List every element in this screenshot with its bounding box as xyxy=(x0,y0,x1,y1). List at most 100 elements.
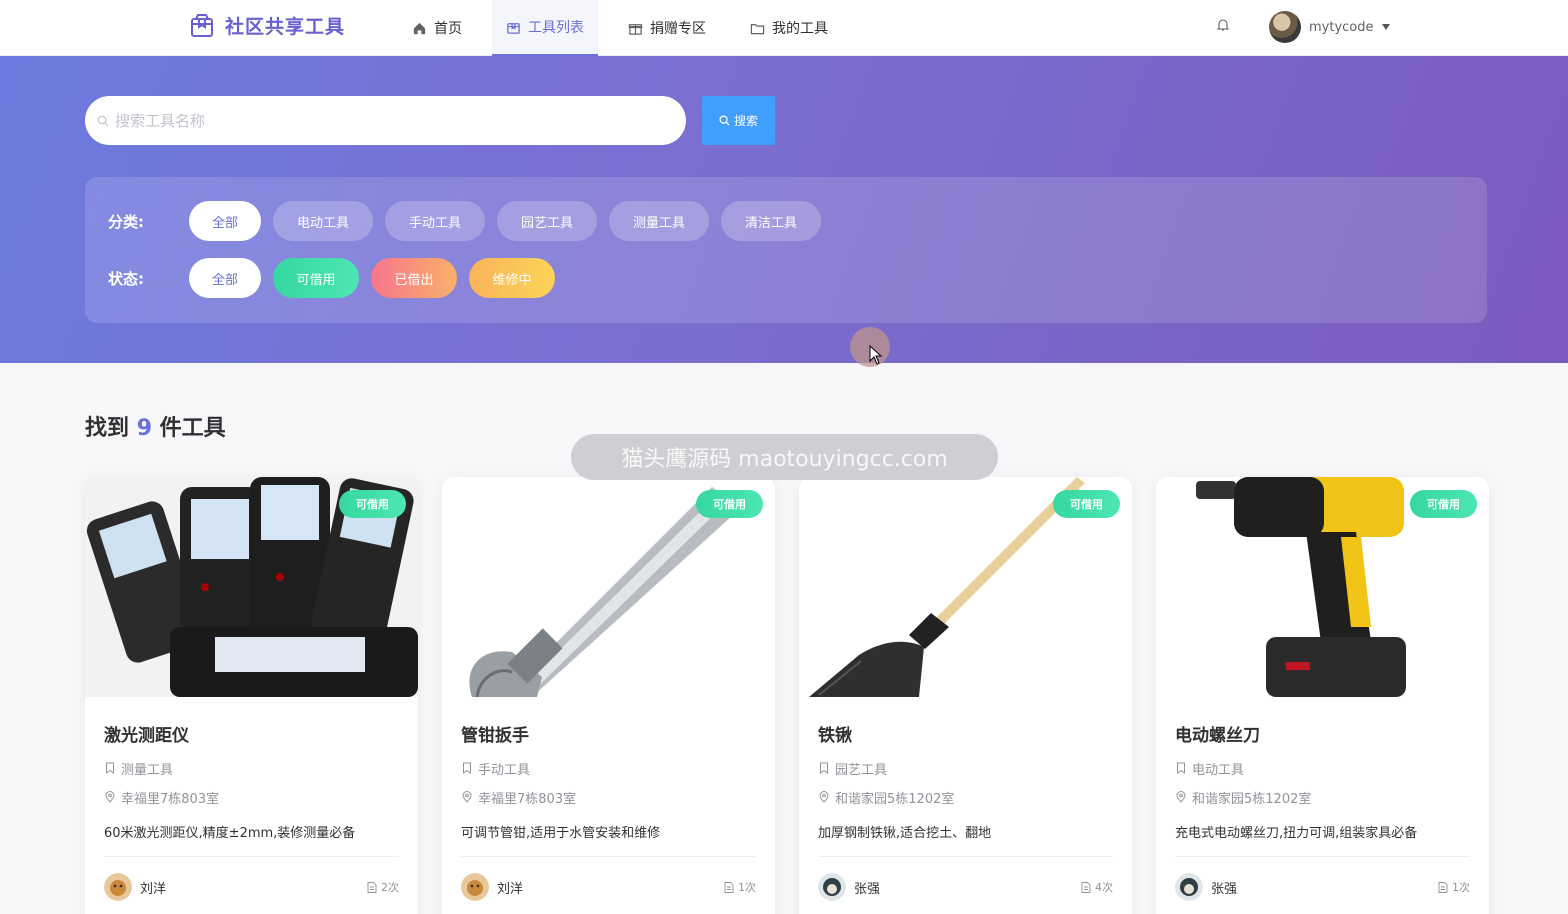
main-nav: 首页 工具列表 捐赠专区 我的工具 xyxy=(398,0,842,56)
tool-description: 充电式电动螺丝刀,扭力可调,组装家具必备 xyxy=(1175,826,1418,841)
nav-donation-label: 捐赠专区 xyxy=(650,21,706,37)
avatar xyxy=(1269,11,1301,43)
caret-down-icon xyxy=(1381,24,1390,30)
bookmark-icon xyxy=(820,762,828,774)
nav-tool-list-label: 工具列表 xyxy=(528,20,584,36)
tool-card[interactable]: 可借用 铁锹 园艺工具 和谐家园5栋1202室 加厚钢制铁锹,适合挖土、翻地 张… xyxy=(799,477,1132,914)
shovel-image: 可借用 xyxy=(799,477,1132,697)
category-filter-label: 分类: xyxy=(108,212,144,231)
tool-location: 和谐家园5栋1202室 xyxy=(818,789,1113,807)
gift-icon xyxy=(628,23,643,35)
avatar xyxy=(1175,873,1203,901)
tool-category: 园艺工具 xyxy=(818,760,1113,778)
results-count-title: 找到 9 件工具 xyxy=(85,410,226,442)
tool-location-label: 和谐家园5栋1202室 xyxy=(835,791,955,807)
status-filter-label: 状态: xyxy=(108,269,144,288)
nav-my-tools-label: 我的工具 xyxy=(772,21,828,37)
borrow-count-label: 4次 xyxy=(1095,881,1113,894)
category-chip-all[interactable]: 全部 xyxy=(189,201,261,241)
document-icon xyxy=(724,881,734,893)
tool-card[interactable]: 可借用 电动螺丝刀 电动工具 和谐家园5栋1202室 充电式电动螺丝刀,扭力可调… xyxy=(1156,477,1489,914)
location-pin-icon xyxy=(819,791,829,803)
status-chip-available[interactable]: 可借用 xyxy=(273,258,359,298)
tool-name: 铁锹 xyxy=(818,726,852,746)
tool-category-label: 园艺工具 xyxy=(835,762,888,778)
owner-name: 刘洋 xyxy=(140,881,167,897)
location-pin-icon xyxy=(1176,791,1186,803)
package-icon xyxy=(191,13,213,37)
tool-category-label: 手动工具 xyxy=(478,762,531,778)
results-suffix: 件工具 xyxy=(159,416,226,441)
category-chip-cleaning-tools[interactable]: 清洁工具 xyxy=(721,201,821,241)
cordless-drill-image: 可借用 xyxy=(1156,477,1489,697)
search-box xyxy=(85,96,686,145)
avatar xyxy=(818,873,846,901)
search-icon xyxy=(97,115,109,126)
search-button[interactable]: 搜索 xyxy=(702,96,775,145)
location-pin-icon xyxy=(105,791,115,803)
status-chip-all[interactable]: 全部 xyxy=(189,258,261,298)
nav-home-label: 首页 xyxy=(434,21,462,37)
borrow-count: 1次 xyxy=(724,879,756,895)
category-chip-garden-tools[interactable]: 园艺工具 xyxy=(497,201,597,241)
tool-category: 电动工具 xyxy=(1175,760,1470,778)
results-prefix: 找到 xyxy=(85,416,130,441)
tool-description: 可调节管钳,适用于水管安装和维修 xyxy=(461,826,661,841)
bookmark-icon xyxy=(1177,762,1185,774)
category-chip-hand-tools[interactable]: 手动工具 xyxy=(385,201,485,241)
nav-tool-list[interactable]: 工具列表 xyxy=(492,0,598,56)
tool-card-grid: 可借用 激光测距仪 测量工具 幸福里7栋803室 60米激光测距仪,精度±2mm… xyxy=(85,477,1489,914)
divider xyxy=(104,856,399,857)
document-icon xyxy=(367,881,377,893)
user-menu[interactable]: mytycode xyxy=(1269,11,1390,43)
category-chip-measuring-tools[interactable]: 测量工具 xyxy=(609,201,709,241)
borrow-count: 2次 xyxy=(367,879,399,895)
avatar xyxy=(461,873,489,901)
tool-card[interactable]: 可借用 激光测距仪 测量工具 幸福里7栋803室 60米激光测距仪,精度±2mm… xyxy=(85,477,418,914)
owner-name: 张强 xyxy=(854,881,881,897)
owner-name: 张强 xyxy=(1211,881,1238,897)
status-chip-repair[interactable]: 维修中 xyxy=(469,258,555,298)
hero-banner: 搜索 分类: 全部 电动工具 手动工具 园艺工具 测量工具 清洁工具 状态: 全… xyxy=(0,56,1568,363)
status-badge: 可借用 xyxy=(1053,490,1120,518)
tool-card[interactable]: 可借用 管钳扳手 手动工具 幸福里7栋803室 可调节管钳,适用于水管安装和维修… xyxy=(442,477,775,914)
tool-location-label: 幸福里7栋803室 xyxy=(478,791,577,807)
top-navbar: 社区共享工具 首页 工具列表 捐赠专区 我的工具 mytycode xyxy=(0,0,1568,56)
watermark: 猫头鹰源码 maotouyingcc.com xyxy=(571,434,998,480)
borrow-count-label: 1次 xyxy=(738,881,756,894)
bookmark-icon xyxy=(463,762,471,774)
status-chip-borrowed[interactable]: 已借出 xyxy=(371,258,457,298)
category-chip-power-tools[interactable]: 电动工具 xyxy=(273,201,373,241)
tool-description: 加厚钢制铁锹,适合挖土、翻地 xyxy=(818,826,992,841)
brand-title: 社区共享工具 xyxy=(225,16,346,38)
tool-location: 幸福里7栋803室 xyxy=(104,789,399,807)
username: mytycode xyxy=(1309,19,1374,35)
category-filter-row: 分类: 全部 电动工具 手动工具 园艺工具 测量工具 清洁工具 xyxy=(108,201,833,241)
nav-my-tools[interactable]: 我的工具 xyxy=(736,0,842,56)
borrow-count-label: 2次 xyxy=(381,881,399,894)
tool-category: 测量工具 xyxy=(104,760,399,778)
nav-donation[interactable]: 捐赠专区 xyxy=(614,0,720,56)
brand[interactable]: 社区共享工具 xyxy=(189,12,345,39)
search-input[interactable] xyxy=(115,111,655,130)
filter-panel: 分类: 全部 电动工具 手动工具 园艺工具 测量工具 清洁工具 状态: 全部 可… xyxy=(85,177,1487,323)
search-icon xyxy=(719,115,730,126)
tool-name: 管钳扳手 xyxy=(461,726,529,746)
tool-location-label: 和谐家园5栋1202室 xyxy=(1192,791,1312,807)
adjustable-wrench-image: 可借用 xyxy=(442,477,775,697)
document-icon xyxy=(1081,881,1091,893)
owner-name: 刘洋 xyxy=(497,881,524,897)
bell-icon[interactable] xyxy=(1216,18,1230,32)
box-icon xyxy=(507,22,520,34)
status-badge: 可借用 xyxy=(1410,490,1477,518)
nav-home[interactable]: 首页 xyxy=(398,0,476,56)
folder-icon xyxy=(750,23,765,34)
search-button-label: 搜索 xyxy=(733,114,758,128)
document-icon xyxy=(1438,881,1448,893)
card-footer: 张强 1次 xyxy=(1175,873,1470,901)
status-badge: 可借用 xyxy=(339,490,406,518)
laser-rangefinder-image: 可借用 xyxy=(85,477,418,697)
results-count: 9 xyxy=(136,416,152,441)
tool-description: 60米激光测距仪,精度±2mm,装修测量必备 xyxy=(104,826,356,841)
tool-name: 激光测距仪 xyxy=(104,726,189,746)
